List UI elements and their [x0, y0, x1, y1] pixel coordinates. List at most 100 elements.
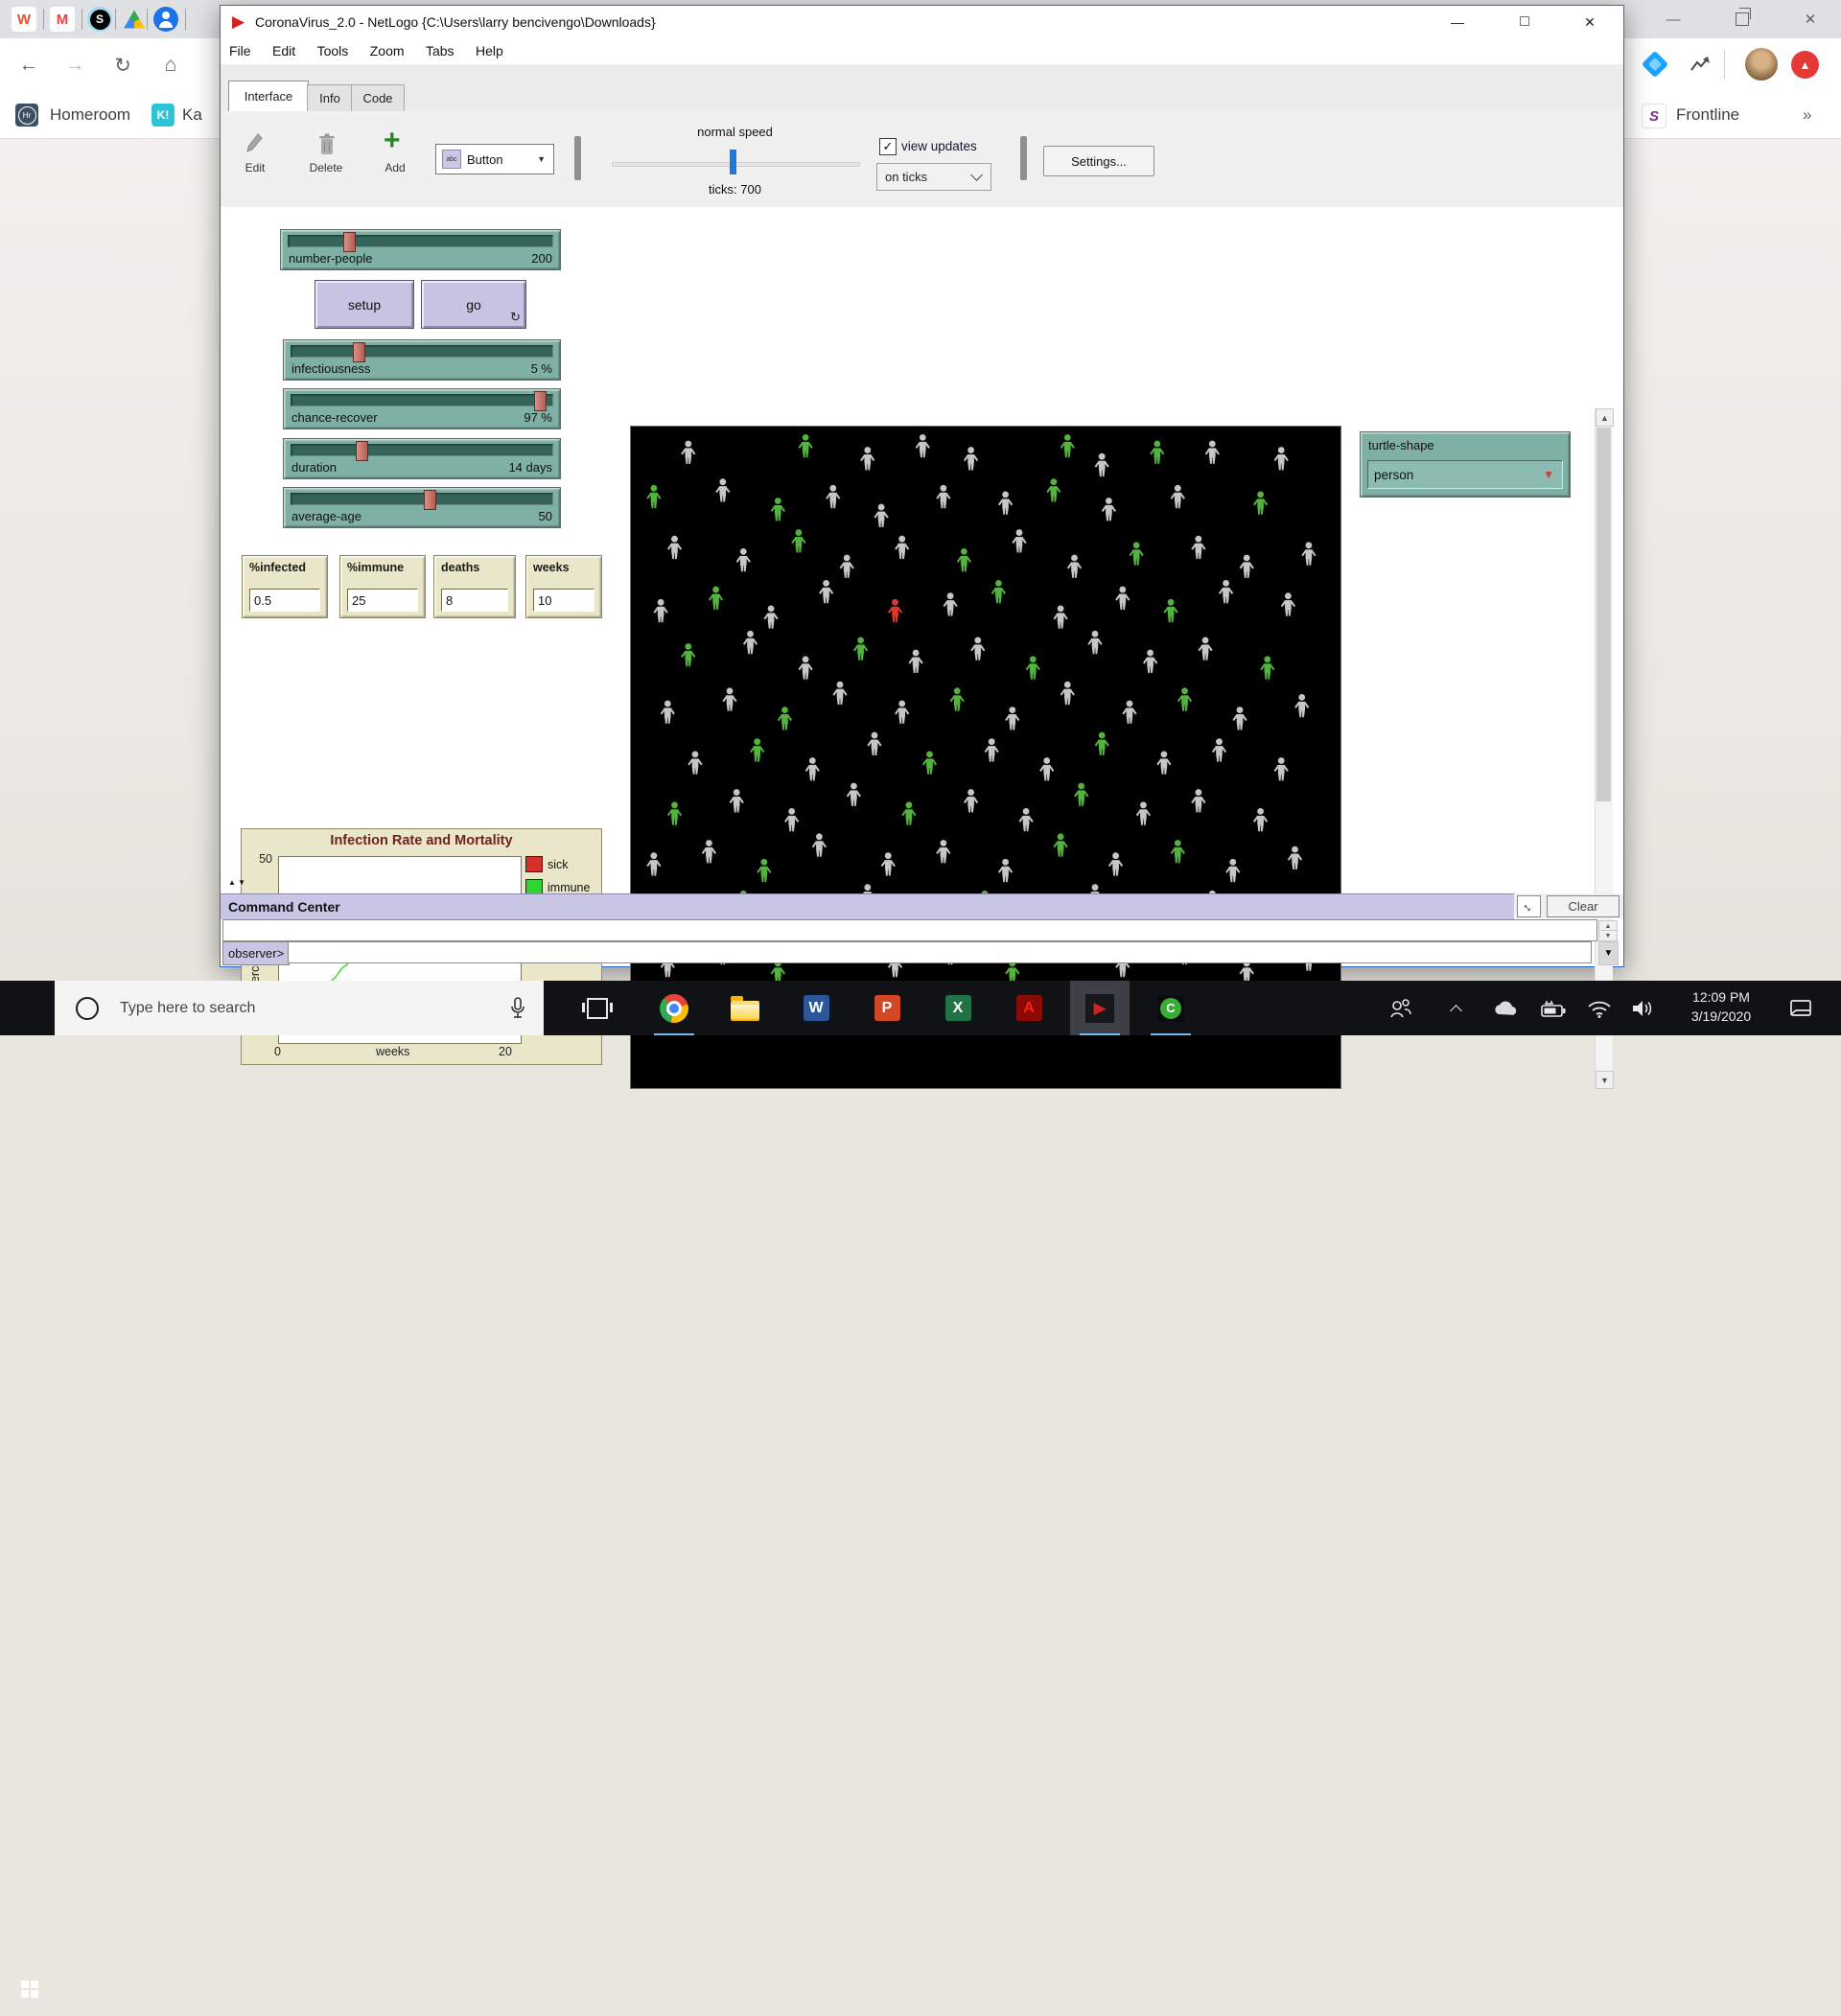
edit-pencil-icon[interactable]: [245, 132, 265, 157]
taskbar-netlogo-icon[interactable]: ▶: [1070, 981, 1130, 1035]
view-updates-label[interactable]: view updates: [901, 139, 977, 153]
back-icon[interactable]: ←: [13, 50, 44, 81]
gmail-favicon[interactable]: M: [50, 7, 75, 32]
slider-handle[interactable]: [534, 391, 547, 411]
settings-button[interactable]: Settings...: [1043, 146, 1154, 176]
tab-interface[interactable]: Interface: [228, 81, 309, 111]
taskbar-excel-icon[interactable]: X: [928, 981, 988, 1035]
extension-up-arrow-icon[interactable]: ▲: [1791, 51, 1819, 79]
homeroom-bookmark-icon[interactable]: Hr: [15, 104, 38, 127]
tray-people-icon[interactable]: [1384, 981, 1418, 1035]
forward-icon[interactable]: →: [59, 50, 90, 81]
menu-help[interactable]: Help: [467, 40, 512, 61]
command-center-splitter[interactable]: ▲ ▼: [228, 878, 245, 887]
taskbar-search[interactable]: Type here to search: [55, 981, 544, 1035]
close-button[interactable]: ✕: [1568, 6, 1612, 38]
slider-infectiousness[interactable]: infectiousness 5 %: [283, 339, 561, 381]
tray-onedrive-icon[interactable]: [1488, 981, 1523, 1035]
command-history-dropdown-icon[interactable]: ▼: [1598, 941, 1619, 965]
action-center-icon[interactable]: [1780, 981, 1822, 1035]
slider-handle[interactable]: [353, 342, 365, 362]
menu-edit[interactable]: Edit: [264, 40, 304, 61]
clear-button[interactable]: Clear: [1547, 895, 1620, 917]
slider-chance-recover[interactable]: chance-recover 97 %: [283, 388, 561, 429]
slider-value: 14 days: [508, 460, 552, 475]
slider-average-age[interactable]: average-age 50: [283, 487, 561, 528]
view-updates-checkbox[interactable]: ✓: [879, 138, 897, 155]
taskbar-powerpoint-icon[interactable]: P: [857, 981, 917, 1035]
taskbar-file-explorer-icon[interactable]: [715, 981, 775, 1035]
taskbar-clock[interactable]: 12:09 PM 3/19/2020: [1668, 987, 1774, 1026]
add-tool-label[interactable]: Add: [371, 161, 419, 174]
scroll-down-icon[interactable]: ▼: [1596, 1071, 1614, 1089]
tray-chevron-up-icon[interactable]: [1438, 981, 1473, 1035]
homeroom-bookmark[interactable]: Homeroom: [50, 105, 130, 125]
go-button[interactable]: go ↻: [421, 280, 526, 329]
taskbar-camtasia-icon[interactable]: C: [1141, 981, 1200, 1035]
frontline-bookmark-icon[interactable]: S: [1642, 104, 1666, 128]
menu-tools[interactable]: Tools: [309, 40, 358, 61]
frontline-bookmark[interactable]: Frontline: [1676, 105, 1739, 125]
skype-favicon[interactable]: S: [87, 7, 112, 32]
chooser-dropdown[interactable]: person ▼: [1367, 460, 1563, 489]
bookmarks-overflow-icon[interactable]: »: [1803, 105, 1811, 125]
speed-slider-thumb[interactable]: [730, 150, 736, 174]
start-button[interactable]: [0, 1961, 59, 2016]
update-mode-dropdown[interactable]: on ticks: [876, 163, 991, 191]
slider-handle[interactable]: [343, 232, 356, 252]
weebly-favicon[interactable]: W: [12, 7, 36, 32]
browser-minimize-button[interactable]: —: [1652, 4, 1694, 35]
mic-icon[interactable]: [509, 997, 526, 1020]
tray-volume-icon[interactable]: [1626, 981, 1661, 1035]
browser-restore-button[interactable]: [1721, 4, 1763, 35]
delete-trash-icon[interactable]: [317, 132, 337, 157]
forever-icon: ↻: [510, 310, 521, 325]
command-center-header-buttons: ↔ Clear: [1514, 893, 1623, 918]
account-favicon[interactable]: [153, 7, 178, 32]
turtle-shape-chooser[interactable]: turtle-shape person ▼: [1360, 431, 1571, 498]
legend-item-sick: sick: [525, 856, 569, 872]
scrollbar-thumb[interactable]: [1596, 428, 1611, 801]
tab-code[interactable]: Code: [351, 84, 405, 111]
task-view-button[interactable]: [568, 981, 627, 1035]
edit-tool-label[interactable]: Edit: [230, 161, 280, 174]
menu-tabs[interactable]: Tabs: [417, 40, 463, 61]
command-input[interactable]: [288, 941, 1592, 963]
tab-info[interactable]: Info: [307, 84, 353, 111]
slider-handle[interactable]: [356, 441, 368, 461]
taskbar-acrobat-icon[interactable]: A: [999, 981, 1059, 1035]
command-center-expand-button[interactable]: ↔: [1517, 895, 1541, 917]
add-plus-icon[interactable]: +: [384, 125, 401, 157]
slider-handle[interactable]: [424, 490, 436, 510]
slider-number-people[interactable]: number-people 200: [280, 229, 561, 270]
toolbar-divider: [1724, 50, 1725, 79]
menu-zoom[interactable]: Zoom: [361, 40, 413, 61]
taskbar-word-icon[interactable]: W: [786, 981, 846, 1035]
slider-track: [291, 493, 553, 505]
reload-icon[interactable]: ↻: [107, 50, 138, 81]
maximize-button[interactable]: □: [1503, 6, 1547, 38]
taskbar-chrome-icon[interactable]: [644, 981, 704, 1035]
monitor-percent-infected: %infected 0.5: [242, 555, 328, 618]
extension-diamond-icon[interactable]: [1642, 51, 1668, 78]
avatar[interactable]: [1745, 48, 1778, 81]
kahoot-bookmark[interactable]: Ka: [182, 105, 202, 125]
kahoot-bookmark-icon[interactable]: K!: [151, 104, 175, 127]
menu-file[interactable]: File: [221, 40, 260, 61]
scroll-up-icon[interactable]: ▲: [1596, 408, 1614, 427]
browser-close-button[interactable]: ✕: [1789, 4, 1831, 35]
delete-tool-label[interactable]: Delete: [298, 161, 354, 174]
widget-type-dropdown[interactable]: abc Button ▼: [435, 144, 554, 174]
home-icon[interactable]: ⌂: [155, 50, 186, 81]
setup-button[interactable]: setup: [315, 280, 414, 329]
tray-battery-icon[interactable]: [1536, 981, 1571, 1035]
slider-value: 200: [531, 251, 552, 266]
slider-duration[interactable]: duration 14 days: [283, 438, 561, 479]
observer-prompt[interactable]: observer>: [222, 941, 290, 965]
minimize-button[interactable]: —: [1435, 6, 1480, 38]
extension-zigzag-icon[interactable]: [1690, 56, 1711, 73]
command-center-header[interactable]: Command Center: [221, 893, 1514, 919]
tray-wifi-icon[interactable]: [1582, 981, 1617, 1035]
google-drive-favicon[interactable]: [122, 7, 147, 32]
output-scroll-down-icon[interactable]: ▼: [1598, 930, 1618, 941]
